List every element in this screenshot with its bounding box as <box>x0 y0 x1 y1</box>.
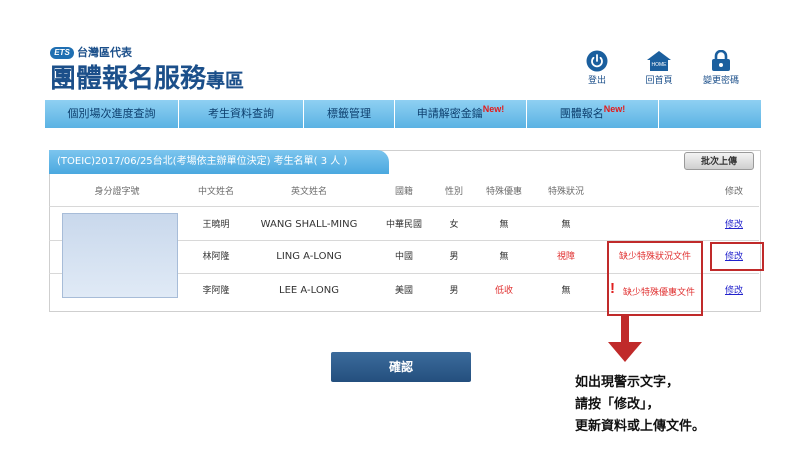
nav-item-label: 考生資料查詢 <box>208 107 274 120</box>
row3-status: 無 <box>561 286 571 296</box>
row3-gender: 男 <box>449 286 459 296</box>
home-icon-text: HOME <box>652 62 668 68</box>
panel-title: (TOEIC)2017/06/25台北(考場依主辦單位決定) 考生名單( 3 人… <box>49 150 389 174</box>
col-header-status: 特殊狀況 <box>547 187 585 197</box>
col-header-nation: 國籍 <box>394 187 414 197</box>
logout-button[interactable]: 登出 <box>562 50 632 87</box>
home-label: 回首頁 <box>645 76 673 86</box>
col-header-ename: 英文姓名 <box>290 187 328 197</box>
row3-ename: LEE A-LONG <box>279 285 339 296</box>
row2-cname: 林阿隆 <box>202 252 230 262</box>
new-badge: New! <box>603 104 626 114</box>
row3-cname: 李阿隆 <box>202 286 230 296</box>
logo-subtitle: 台灣區代表 <box>77 46 132 59</box>
nav-item-label: 個別場次進度查詢 <box>67 107 156 120</box>
row1-discount: 無 <box>499 220 509 230</box>
nav-decrypt-key[interactable]: 申請解密金鑰New! <box>395 100 527 128</box>
instruction-text: 如出現警示文字， 請按「修改」， 更新資料或上傳文件。 <box>575 372 705 438</box>
nav-item-label: 標籤管理 <box>327 107 371 120</box>
row2-discount: 無 <box>499 252 509 262</box>
row1-status: 無 <box>561 220 571 230</box>
new-badge: New! <box>482 104 505 114</box>
col-header-discount: 特殊優惠 <box>485 187 523 197</box>
row2-ename: LING A-LONG <box>276 251 342 262</box>
row3-edit-link[interactable]: 修改 <box>725 285 743 297</box>
row2-gender: 男 <box>449 252 459 262</box>
nav-label-management[interactable]: 標籤管理 <box>304 100 395 128</box>
row1-edit-link[interactable]: 修改 <box>725 219 743 231</box>
row3-nation: 美國 <box>394 286 414 296</box>
row1-cname: 王曉明 <box>202 220 230 230</box>
main-nav: 個別場次進度查詢 考生資料查詢 標籤管理 申請解密金鑰New! 團體報名New! <box>44 100 761 128</box>
change-password-button[interactable]: 變更密碼 <box>686 50 756 87</box>
row3-discount: 低收 <box>494 286 514 296</box>
row2-status: 視障 <box>556 252 576 262</box>
home-icon: HOME <box>647 51 671 71</box>
id-number-redacted <box>62 213 178 298</box>
instruction-line: 更新資料或上傳文件。 <box>575 419 706 434</box>
logout-label: 登出 <box>587 76 606 86</box>
page-title: 團體報名服務專區 <box>50 62 244 98</box>
col-header-edit: 修改 <box>724 187 744 197</box>
down-arrow-icon <box>608 316 642 362</box>
divider <box>49 206 759 207</box>
col-header-gender: 性別 <box>444 187 464 197</box>
edit-highlight-box <box>710 242 764 271</box>
power-icon <box>586 50 608 72</box>
nav-examinee-query[interactable]: 考生資料查詢 <box>179 100 304 128</box>
change-password-label: 變更密碼 <box>702 76 739 86</box>
warning-highlight-box <box>607 241 703 316</box>
nav-group-registration[interactable]: 團體報名New! <box>527 100 659 128</box>
nav-item-label: 團體報名 <box>559 107 604 120</box>
col-header-cname: 中文姓名 <box>197 187 235 197</box>
confirm-button[interactable]: 確認 <box>331 352 471 382</box>
row2-nation: 中國 <box>394 252 414 262</box>
page-title-small: 專區 <box>206 70 245 92</box>
page-title-main: 團體報名服務 <box>50 64 207 94</box>
ets-logo: ETS <box>50 47 74 59</box>
batch-upload-button[interactable]: 批次上傳 <box>684 152 754 170</box>
row1-gender: 女 <box>449 220 459 230</box>
row1-ename: WANG SHALL-MING <box>260 219 358 230</box>
home-button[interactable]: HOME 回首頁 <box>624 50 694 87</box>
lock-icon <box>712 50 730 71</box>
row1-nation: 中華民國 <box>385 220 423 230</box>
nav-item-label: 申請解密金鑰 <box>416 107 483 120</box>
col-header-id: 身分證字號 <box>94 187 140 197</box>
instruction-line: 請按「修改」， <box>575 397 660 412</box>
instruction-line: 如出現警示文字， <box>575 375 680 390</box>
nav-progress-query[interactable]: 個別場次進度查詢 <box>44 100 179 128</box>
